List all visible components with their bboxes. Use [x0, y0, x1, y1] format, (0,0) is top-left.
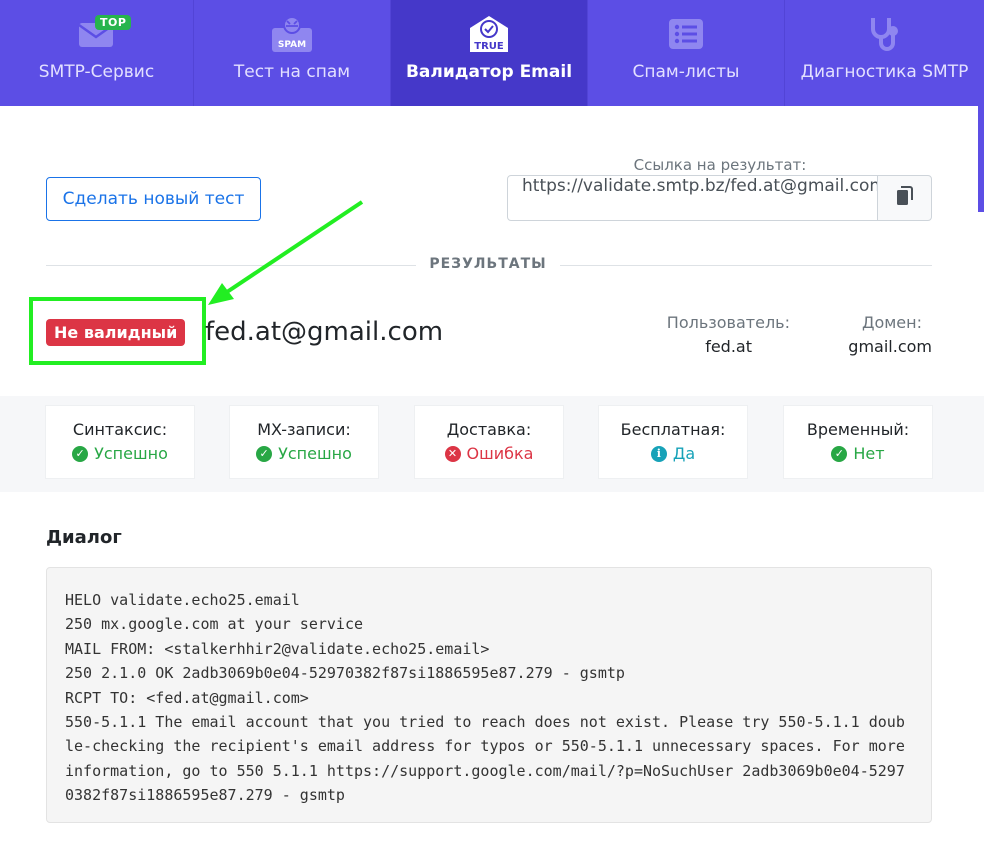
check-value: ✓ Успешно — [230, 444, 378, 463]
copy-link-button[interactable] — [877, 175, 932, 221]
check-value-text: Ошибка — [466, 444, 534, 463]
scrollbar[interactable] — [978, 106, 984, 212]
check-value-text: Да — [672, 444, 696, 463]
top-navigation: TOP SMTP-Сервис SPAM Тест на спам TRUE В… — [0, 0, 984, 106]
check-value: ✓ Нет — [784, 444, 932, 463]
check-card-free: Бесплатная: i Да — [599, 406, 747, 478]
check-label: Бесплатная: — [620, 420, 726, 439]
check-value-text: Успешно — [278, 444, 352, 463]
user-value: fed.at — [705, 337, 752, 356]
check-circle-icon: ✓ — [256, 445, 273, 462]
svg-text:TRUE: TRUE — [474, 41, 504, 52]
check-circle-icon: ✓ — [831, 445, 848, 462]
annotation-arrow — [208, 200, 364, 305]
nav-item-smtp-service[interactable]: TOP SMTP-Сервис — [0, 0, 194, 106]
check-card-delivery: Доставка: ✕ Ошибка — [415, 406, 563, 478]
times-circle-icon: ✕ — [444, 445, 461, 462]
check-circle-icon: ✓ — [72, 445, 89, 462]
check-card-syntax: Синтаксис: ✓ Успешно — [46, 406, 194, 478]
nav-item-email-validator[interactable]: TRUE Валидатор Email — [391, 0, 588, 106]
dialog-title: Диалог — [46, 527, 122, 548]
stethoscope-icon — [863, 14, 907, 54]
svg-text:SPAM: SPAM — [278, 40, 306, 50]
results-section-title: РЕЗУЛЬТАТЫ — [429, 256, 547, 272]
nav-label: Валидатор Email — [405, 62, 573, 82]
true-badge-icon: TRUE — [467, 14, 511, 54]
check-label: Доставка: — [446, 420, 532, 439]
check-label: Временный: — [806, 420, 910, 439]
nav-label: SMTP-Сервис — [38, 62, 155, 82]
user-label: Пользователь: — [666, 313, 790, 332]
nav-item-spam-lists[interactable]: Спам-листы — [588, 0, 785, 106]
nav-label: Диагностика SMTP — [800, 62, 969, 82]
smtp-dialog-log: HELO validate.echo25.email 250 mx.google… — [46, 567, 932, 823]
nav-item-spam-test[interactable]: SPAM Тест на спам — [194, 0, 391, 106]
check-card-mx: MX-записи: ✓ Успешно — [230, 406, 378, 478]
annotation-highlight-box — [29, 297, 206, 365]
check-value: i Да — [599, 444, 747, 463]
check-value: ✓ Успешно — [46, 444, 194, 463]
info-circle-icon: i — [650, 445, 667, 462]
domain-value: gmail.com — [848, 337, 932, 356]
nav-label: Спам-листы — [632, 62, 740, 82]
check-value-text: Успешно — [94, 444, 168, 463]
check-value-text: Нет — [853, 444, 885, 463]
nav-item-smtp-diagnostics[interactable]: Диагностика SMTP — [785, 0, 984, 106]
copy-icon — [896, 186, 914, 210]
divider-right — [560, 265, 932, 266]
check-label: MX-записи: — [257, 420, 351, 439]
check-card-temporary: Временный: ✓ Нет — [784, 406, 932, 478]
check-value: ✕ Ошибка — [415, 444, 563, 463]
list-icon — [664, 14, 708, 54]
result-link-field[interactable]: https://validate.smtp.bz/fed.at@gmail.co… — [507, 175, 878, 221]
spam-icon: SPAM — [270, 14, 314, 54]
domain-label: Домен: — [861, 313, 922, 332]
nav-label: Тест на спам — [233, 62, 351, 82]
top-badge: TOP — [95, 15, 132, 30]
validated-email: fed.at@gmail.com — [205, 317, 444, 347]
check-label: Синтаксис: — [72, 420, 168, 439]
result-link-label: Ссылка на результат: — [633, 156, 807, 174]
